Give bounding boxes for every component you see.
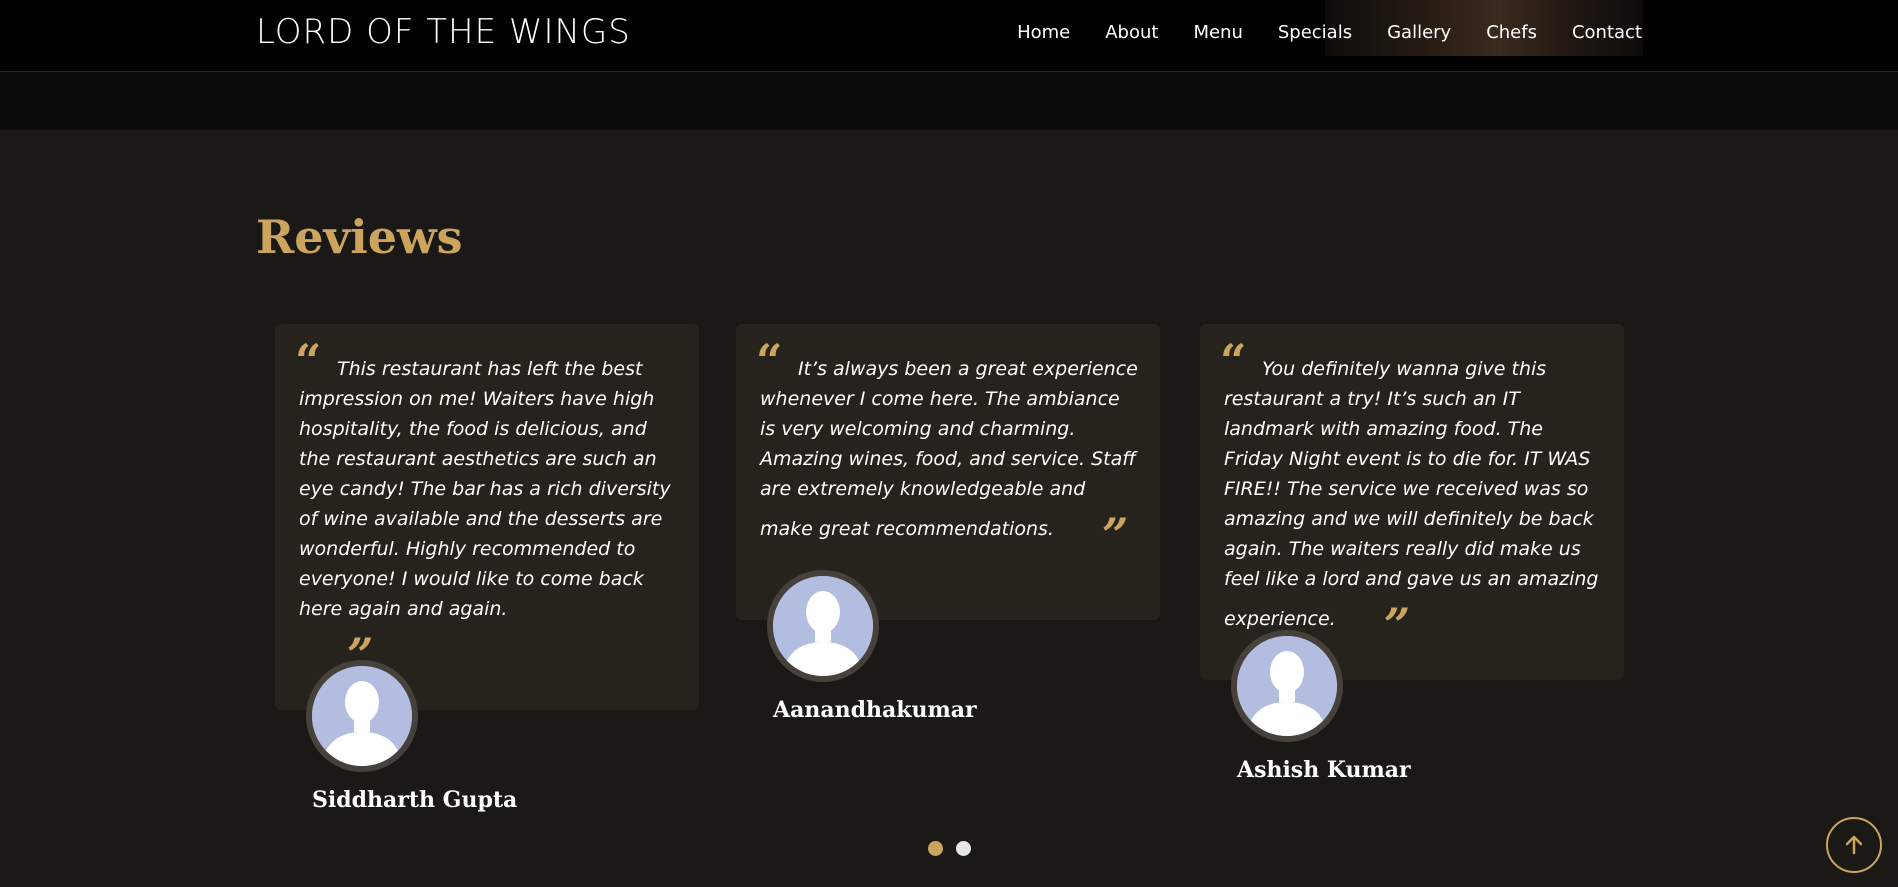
nav-link-menu[interactable]: Menu (1193, 22, 1242, 43)
hero-bottom-band (0, 72, 1898, 130)
section-title: Reviews (256, 210, 463, 264)
nav-link-specials[interactable]: Specials (1278, 22, 1352, 43)
nav-link-about[interactable]: About (1105, 22, 1158, 43)
person-silhouette-icon (312, 666, 412, 766)
review-text-wrap: This restaurant has left the best impres… (299, 354, 679, 678)
back-to-top-button[interactable] (1826, 817, 1882, 873)
review-text: You definitely wanna give this restauran… (1224, 358, 1599, 630)
reviewer-name: Aanandhakumar (773, 697, 977, 723)
quote-close-icon: ” (1383, 598, 1411, 652)
review-text-wrap: You definitely wanna give this restauran… (1224, 354, 1604, 648)
quote-close-icon: ” (1101, 508, 1129, 562)
person-silhouette-icon (773, 576, 873, 676)
review-text-wrap: It’s always been a great experience when… (760, 354, 1140, 558)
nav-link-home[interactable]: Home (1017, 22, 1070, 43)
review-text: It’s always been a great experience when… (760, 358, 1138, 540)
review-card: “ You definitely wanna give this restaur… (1200, 324, 1624, 680)
reviewer-name: Ashish Kumar (1237, 757, 1411, 783)
nav-link-gallery[interactable]: Gallery (1387, 22, 1451, 43)
reviewer-avatar (1231, 630, 1343, 742)
person-silhouette-icon (1237, 636, 1337, 736)
top-navbar: LORD OF THE WINGS Home About Menu Specia… (0, 0, 1898, 72)
reviewer-name: Siddharth Gupta (312, 787, 518, 813)
reviewer-avatar (767, 570, 879, 682)
nav-menu: Home About Menu Specials Gallery Chefs C… (982, 22, 1642, 43)
review-text: This restaurant has left the best impres… (299, 358, 671, 620)
arrow-up-icon (1845, 835, 1863, 855)
nav-link-contact[interactable]: Contact (1572, 22, 1642, 43)
site-logo[interactable]: LORD OF THE WINGS (256, 12, 631, 52)
nav-link-chefs[interactable]: Chefs (1486, 22, 1537, 43)
pagination-dot-1[interactable] (928, 841, 943, 856)
review-card: “ This restaurant has left the best impr… (275, 324, 699, 710)
reviewer-avatar (306, 660, 418, 772)
pagination-dot-2[interactable] (956, 841, 971, 856)
